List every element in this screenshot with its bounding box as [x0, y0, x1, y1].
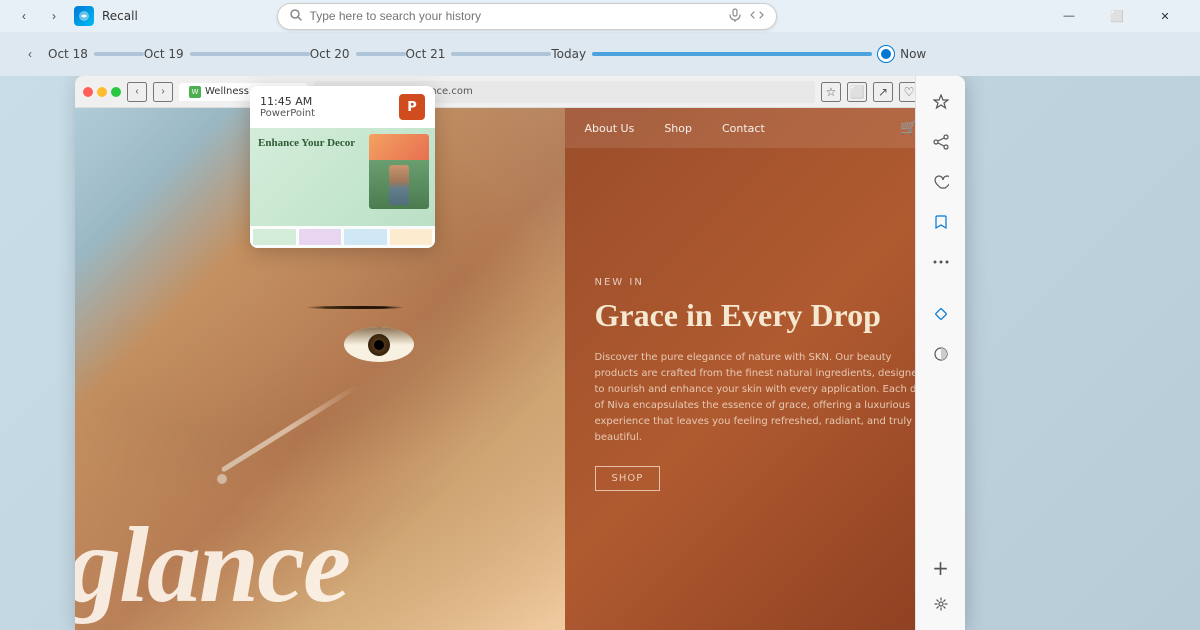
sidebar-half-circle-btn[interactable]	[923, 336, 959, 372]
timeline-back-button[interactable]: ‹	[20, 44, 40, 64]
sidebar-more-btn[interactable]	[923, 244, 959, 280]
app-icon	[74, 6, 94, 26]
timeline-track-oct20	[356, 52, 406, 56]
ppt-app-name: PowerPoint	[260, 108, 315, 119]
sidebar-settings-btn[interactable]	[923, 586, 959, 622]
ppt-slide-preview: Enhance Your Decor	[250, 128, 435, 248]
sidebar-bottom: +	[923, 550, 959, 622]
nav-buttons: ‹ ›	[12, 4, 66, 28]
eyelash-area	[310, 306, 400, 316]
traffic-green	[111, 87, 121, 97]
timeline-bar: ‹ Oct 18 Oct 19 Oct 20 Oct 21 Today Now	[0, 32, 1200, 76]
minimize-button[interactable]: —	[1046, 0, 1092, 32]
ppt-slide-title: Enhance Your Decor	[258, 136, 370, 150]
timeline-oct19[interactable]: Oct 19	[144, 47, 310, 61]
product-description: Discover the pure elegance of nature wit…	[595, 350, 936, 446]
edge-sidebar: +	[915, 76, 965, 630]
ppt-info: 11:45 AM PowerPoint	[260, 95, 315, 119]
product-title: Grace in Every Drop	[595, 296, 936, 334]
code-button[interactable]	[750, 8, 764, 25]
browser-back-button[interactable]: ‹	[127, 82, 147, 102]
slide-image	[369, 134, 429, 209]
eye-pupil	[374, 340, 384, 350]
timeline-dot	[878, 46, 894, 62]
timeline-track-oct19	[190, 52, 310, 56]
browser-forward-button[interactable]: ›	[153, 82, 173, 102]
eyelash-bar	[305, 306, 404, 309]
search-input[interactable]	[310, 9, 720, 23]
timeline-today-label: Today	[551, 47, 586, 61]
thumb-2	[299, 229, 342, 245]
ppt-time: 11:45 AM	[260, 95, 315, 108]
forward-button[interactable]: ›	[42, 4, 66, 28]
timeline-track-oct18	[94, 52, 144, 56]
sidebar-heart-btn[interactable]	[923, 164, 959, 200]
site-nav-about[interactable]: About Us	[585, 122, 635, 135]
window-controls: — ⬜ ✕	[1046, 0, 1188, 32]
slide-img-top	[369, 134, 429, 160]
traffic-red	[83, 87, 93, 97]
search-icon	[290, 9, 302, 24]
timeline-oct18[interactable]: Oct 18	[48, 47, 144, 61]
timeline-oct20-label: Oct 20	[310, 47, 350, 61]
ppt-app-icon: P	[399, 94, 425, 120]
browser-tab-icon: W	[189, 86, 201, 98]
serum-drop	[217, 474, 227, 484]
timeline-oct21[interactable]: Oct 21	[406, 47, 552, 61]
timeline-today[interactable]: Today	[551, 46, 894, 62]
app-title: Recall	[102, 9, 138, 23]
browser-bookmark-button[interactable]: ☆	[821, 82, 841, 102]
main-content: ‹ › W Wellness Glance ✕ https://wellness…	[0, 76, 1200, 630]
timeline-now-label: Now	[900, 47, 926, 61]
traffic-yellow	[97, 87, 107, 97]
timeline-track-today	[592, 52, 872, 56]
site-content: NEW IN Grace in Every Drop Discover the …	[595, 277, 936, 491]
thumb-4	[390, 229, 433, 245]
sidebar-share-btn[interactable]	[923, 124, 959, 160]
site-right-panel: About Us Shop Contact 🛒 👤 NEW IN Grace i…	[565, 108, 966, 630]
powerpoint-popup[interactable]: 11:45 AM PowerPoint P Enhance Your Decor	[250, 86, 435, 248]
slide-thumbnails	[250, 226, 435, 248]
sidebar-add-btn[interactable]: +	[923, 550, 959, 586]
search-actions	[728, 8, 764, 25]
slide-person	[389, 165, 409, 205]
ppt-header: 11:45 AM PowerPoint P	[250, 86, 435, 128]
new-in-label: NEW IN	[595, 277, 936, 288]
glance-hero-text: glance	[75, 512, 349, 620]
wellness-site: glance About Us Shop Contact 🛒 👤 NE	[75, 108, 965, 630]
sidebar-bookmark-btn[interactable]	[923, 204, 959, 240]
timeline-oct21-label: Oct 21	[406, 47, 446, 61]
traffic-lights	[83, 87, 121, 97]
back-button[interactable]: ‹	[12, 4, 36, 28]
browser-window: ‹ › W Wellness Glance ✕ https://wellness…	[75, 76, 965, 630]
timeline-oct19-label: Oct 19	[144, 47, 184, 61]
shop-button[interactable]: SHOP	[595, 466, 661, 491]
eye-area	[344, 327, 414, 362]
title-bar: ‹ › Recall	[0, 0, 1200, 32]
close-button[interactable]: ✕	[1142, 0, 1188, 32]
maximize-button[interactable]: ⬜	[1094, 0, 1140, 32]
sidebar-diamond-btn[interactable]	[923, 296, 959, 332]
thumb-3	[344, 229, 387, 245]
slide-img-bottom	[369, 160, 429, 209]
site-nav: About Us Shop Contact 🛒 👤	[565, 108, 966, 148]
search-bar[interactable]	[277, 3, 777, 30]
mic-button[interactable]	[728, 8, 742, 25]
eye-iris	[368, 334, 390, 356]
site-nav-contact[interactable]: Contact	[722, 122, 765, 135]
timeline-oct18-label: Oct 18	[48, 47, 88, 61]
timeline-track-oct21	[451, 52, 551, 56]
slide-text-area: Enhance Your Decor	[258, 136, 370, 150]
browser-share-button[interactable]: ↗	[873, 82, 893, 102]
eye-white	[344, 327, 414, 362]
thumb-1	[253, 229, 296, 245]
site-nav-shop[interactable]: Shop	[664, 122, 692, 135]
sidebar-favorites-btn[interactable]	[923, 84, 959, 120]
timeline-oct20[interactable]: Oct 20	[310, 47, 406, 61]
browser-chrome: ‹ › W Wellness Glance ✕ https://wellness…	[75, 76, 965, 108]
browser-tab-button[interactable]: ⬜	[847, 82, 867, 102]
